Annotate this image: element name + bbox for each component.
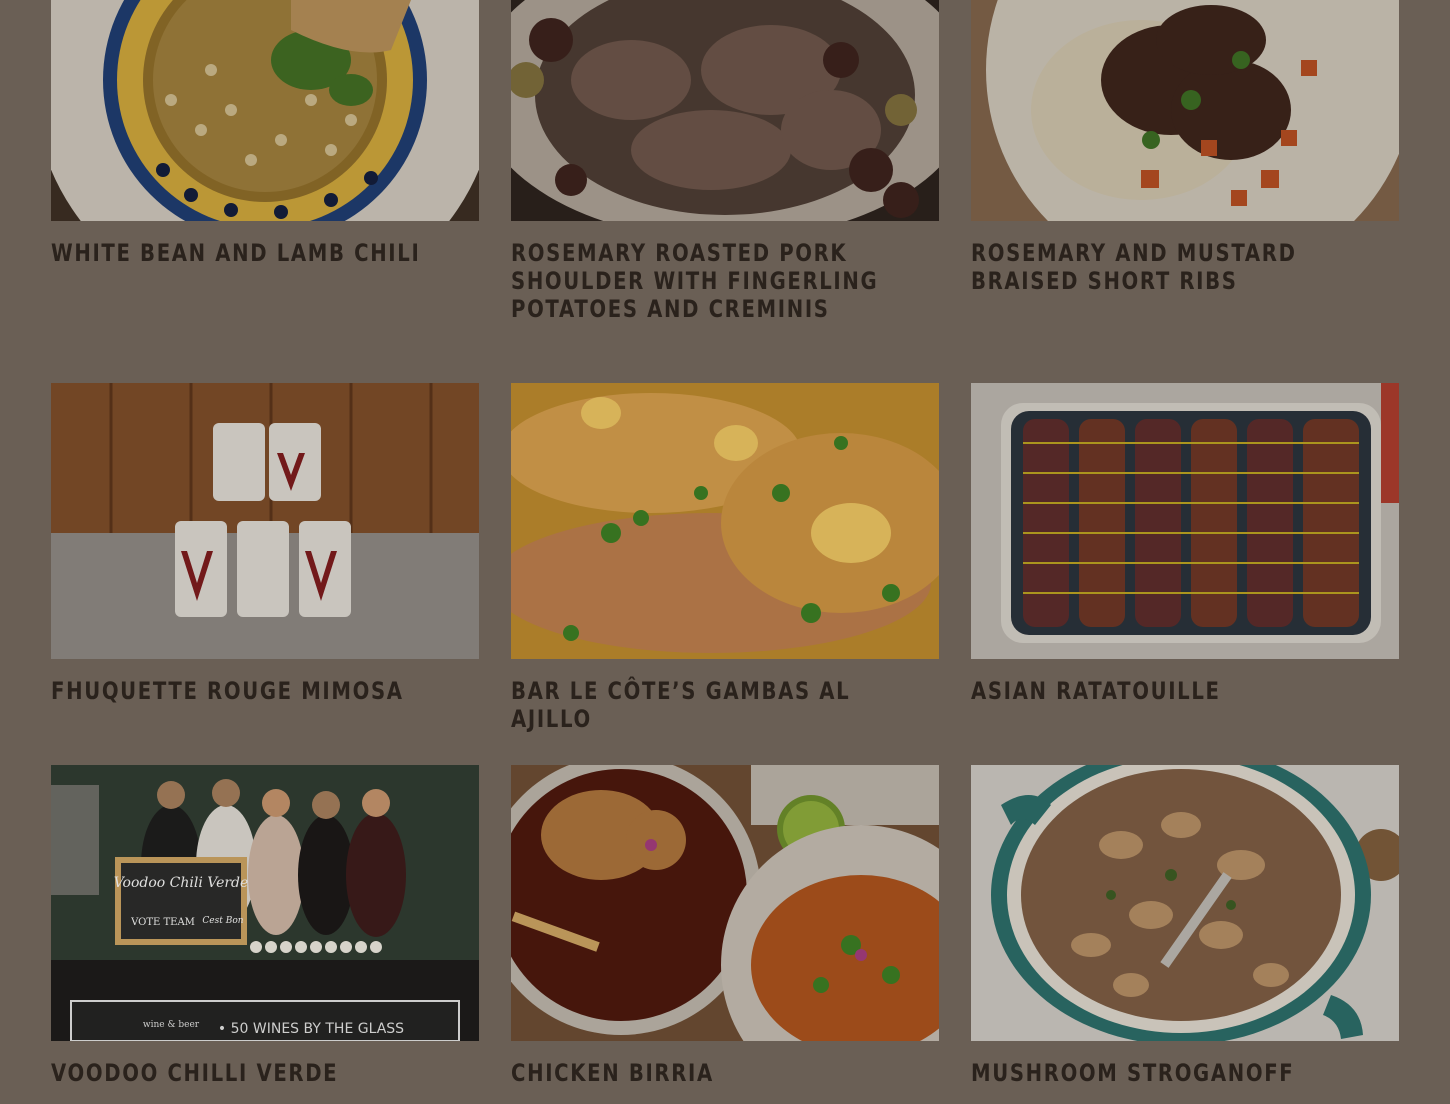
recipe-card-braised-short-ribs[interactable]: Rosemary and Mustard Braised Short Ribs — [971, 0, 1399, 383]
recipe-title[interactable]: Mushroom Stroganoff — [971, 1059, 1399, 1087]
recipe-card-gambas-al-ajillo[interactable]: Bar Le Côte’s Gambas al Ajillo — [511, 383, 939, 765]
chalkboard-sub-text: VOTE TEAM — [130, 917, 195, 928]
recipe-card-mushroom-stroganoff[interactable]: Mushroom Stroganoff — [971, 765, 1399, 1104]
recipe-card-asian-ratatouille[interactable]: Asian Ratatouille — [971, 383, 1399, 765]
recipe-image[interactable] — [511, 383, 939, 659]
recipe-image[interactable] — [511, 0, 939, 221]
recipe-image[interactable] — [971, 383, 1399, 659]
recipe-image[interactable] — [511, 765, 939, 1041]
recipe-image[interactable] — [971, 0, 1399, 221]
recipe-card-voodoo-chilli-verde[interactable]: Voodoo Chili Verde VOTE TEAM Cest Bon wi… — [51, 765, 479, 1104]
recipe-title[interactable]: Voodoo Chilli Verde — [51, 1059, 479, 1087]
recipe-image[interactable] — [51, 0, 479, 221]
banner-top-text: wine & beer — [143, 1020, 200, 1030]
recipe-title[interactable]: Fhuquette Rouge Mimosa — [51, 677, 479, 705]
table-banner-text: • 50 WINES BY THE GLASS — [218, 1021, 404, 1037]
recipe-title[interactable]: Bar Le Côte’s Gambas al Ajillo — [511, 677, 939, 733]
recipe-title[interactable]: Asian Ratatouille — [971, 677, 1399, 705]
recipe-image[interactable] — [971, 765, 1399, 1041]
chalkboard-sign-text: Cest Bon — [202, 916, 243, 926]
recipe-card-white-bean-lamb-chili[interactable]: White Bean and Lamb Chili — [51, 0, 479, 383]
recipe-card-fhuquette-rouge-mimosa[interactable]: Fhuquette Rouge Mimosa — [51, 383, 479, 765]
chalkboard-text: Voodoo Chili Verde — [114, 875, 249, 891]
recipe-grid: White Bean and Lamb Chili Rosemary Roast… — [51, 0, 1399, 1104]
recipe-image[interactable]: Voodoo Chili Verde VOTE TEAM Cest Bon wi… — [51, 765, 479, 1041]
recipe-card-chicken-birria[interactable]: Chicken Birria — [511, 765, 939, 1104]
recipe-title[interactable]: Rosemary Roasted Pork Shoulder with Fing… — [511, 239, 939, 323]
recipe-card-rosemary-pork-shoulder[interactable]: Rosemary Roasted Pork Shoulder with Fing… — [511, 0, 939, 383]
recipe-title[interactable]: Rosemary and Mustard Braised Short Ribs — [971, 239, 1399, 295]
recipe-image[interactable] — [51, 383, 479, 659]
recipe-title[interactable]: Chicken Birria — [511, 1059, 939, 1087]
recipe-title[interactable]: White Bean and Lamb Chili — [51, 239, 479, 267]
